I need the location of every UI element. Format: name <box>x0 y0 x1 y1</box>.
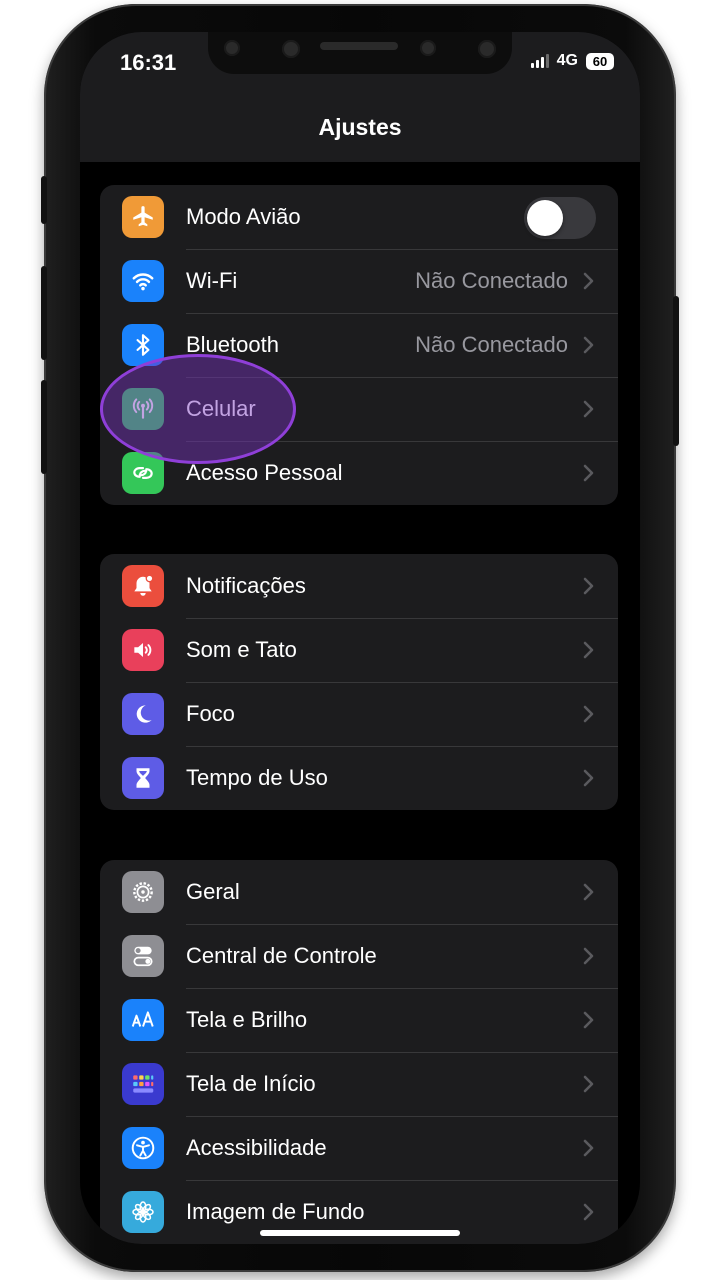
settings-row-airplane-mode: Modo Avião <box>100 185 618 249</box>
settings-row-label: Wi-Fi <box>186 268 238 293</box>
settings-row-focus[interactable]: Foco <box>100 682 618 746</box>
battery-icon: 60 <box>586 52 614 70</box>
settings-row-label: Tempo de Uso <box>186 765 328 790</box>
airplane-mode-toggle[interactable] <box>524 197 596 239</box>
page-title: Ajustes <box>318 114 402 140</box>
home-screen-grid-icon <box>122 1063 164 1105</box>
settings-row-label: Som e Tato <box>186 637 297 662</box>
speaker-icon <box>122 629 164 671</box>
hourglass-icon <box>122 757 164 799</box>
action-button <box>41 176 47 224</box>
status-time: 16:31 <box>120 50 177 75</box>
highlight-circle-annotation <box>100 354 296 464</box>
chevron-right-icon <box>583 947 594 965</box>
gear-icon <box>122 871 164 913</box>
chevron-right-icon <box>583 400 594 418</box>
chevron-right-icon <box>583 577 594 595</box>
switches-icon <box>122 935 164 977</box>
chevron-right-icon <box>583 1075 594 1093</box>
volume-down-button <box>41 380 47 474</box>
chevron-right-icon <box>583 272 594 290</box>
chevron-right-icon <box>583 1011 594 1029</box>
settings-row-label: Tela e Brilho <box>186 1007 308 1032</box>
moon-icon <box>122 693 164 735</box>
camera-notch <box>208 32 512 74</box>
settings-row-label: Imagem de Fundo <box>186 1199 365 1224</box>
chevron-right-icon <box>583 641 594 659</box>
front-camera-icon <box>282 40 300 58</box>
home-indicator[interactable] <box>260 1230 460 1236</box>
chevron-right-icon <box>583 336 594 354</box>
text-size-icon <box>122 999 164 1041</box>
settings-row-label: Notificações <box>186 573 306 598</box>
settings-row-label: Modo Avião <box>186 204 301 229</box>
settings-row-home-screen[interactable]: Tela de Início <box>100 1052 618 1116</box>
wifi-icon <box>122 260 164 302</box>
network-type: 4G <box>556 52 578 69</box>
settings-row-label: Foco <box>186 701 235 726</box>
chevron-right-icon <box>583 1139 594 1157</box>
chevron-right-icon <box>583 1203 594 1221</box>
power-button <box>673 296 679 446</box>
settings-row-display-brightness[interactable]: Tela e Brilho <box>100 988 618 1052</box>
toggle-knob <box>527 200 563 236</box>
earpiece-speaker <box>320 42 398 50</box>
settings-row-label: Geral <box>186 879 240 904</box>
accessibility-icon <box>122 1127 164 1169</box>
airplane-icon <box>122 196 164 238</box>
flower-icon <box>122 1191 164 1233</box>
bell-icon <box>122 565 164 607</box>
settings-row-label: Central de Controle <box>186 943 377 968</box>
chevron-right-icon <box>583 464 594 482</box>
settings-group-notifications: Notificações Som e Tato Foco Tempo de Us… <box>100 554 618 810</box>
sensor-icon <box>420 40 436 56</box>
settings-group-general: Geral Central de Controle Tela e Brilho <box>100 860 618 1244</box>
settings-row-accessibility[interactable]: Acessibilidade <box>100 1116 618 1180</box>
settings-row-label: Tela de Início <box>186 1071 316 1096</box>
settings-row-notifications[interactable]: Notificações <box>100 554 618 618</box>
cellular-signal-icon <box>530 54 549 68</box>
settings-row-label: Acessibilidade <box>186 1135 327 1160</box>
sensor-icon <box>224 40 240 56</box>
settings-row-label: Acesso Pessoal <box>186 460 343 485</box>
volume-up-button <box>41 266 47 360</box>
phone-screen: 16:31 4G 60 Ajustes Modo Avião Wi-Fi Não… <box>80 32 640 1244</box>
settings-row-control-center[interactable]: Central de Controle <box>100 924 618 988</box>
chevron-right-icon <box>583 883 594 901</box>
proximity-sensor-icon <box>478 40 496 58</box>
chevron-right-icon <box>583 705 594 723</box>
settings-row-general[interactable]: Geral <box>100 860 618 924</box>
settings-row-sounds[interactable]: Som e Tato <box>100 618 618 682</box>
settings-row-wifi[interactable]: Wi-Fi Não Conectado <box>100 249 618 313</box>
settings-row-value: Não Conectado <box>415 332 568 357</box>
chevron-right-icon <box>583 769 594 787</box>
status-indicators: 4G 60 <box>530 52 614 70</box>
settings-row-value: Não Conectado <box>415 268 568 293</box>
settings-row-screen-time[interactable]: Tempo de Uso <box>100 746 618 810</box>
